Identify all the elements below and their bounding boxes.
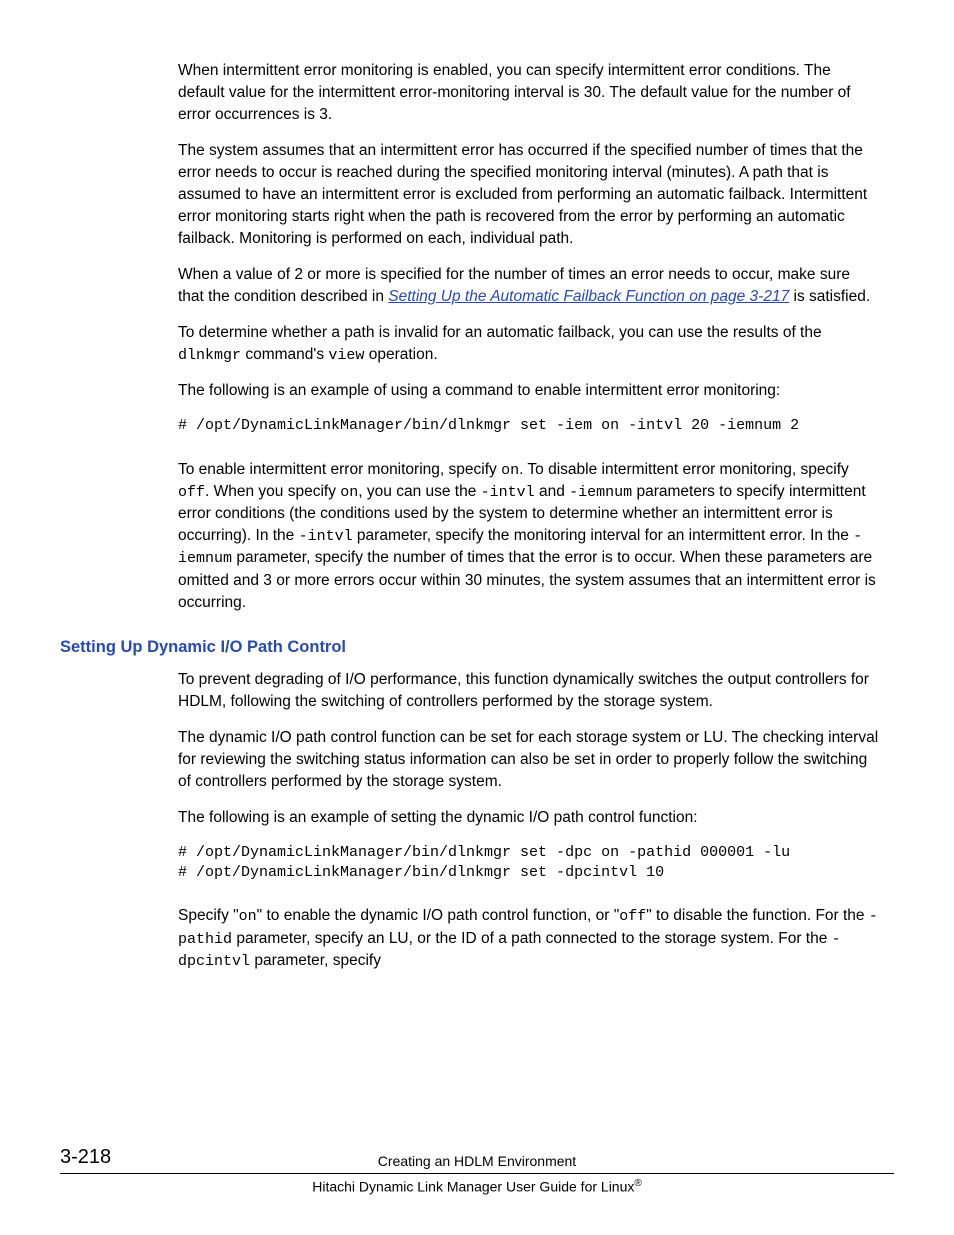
inline-code: -iemnum — [569, 484, 632, 501]
text: parameter, specify — [250, 952, 381, 969]
text: Specify " — [178, 907, 239, 924]
inline-code: -intvl — [481, 484, 535, 501]
text: and — [535, 483, 569, 500]
document-title: Hitachi Dynamic Link Manager User Guide … — [60, 1178, 894, 1195]
inline-code: off — [178, 484, 205, 501]
text: parameter, specify the monitoring interv… — [353, 527, 854, 544]
paragraph: The system assumes that an intermittent … — [178, 140, 880, 250]
text: command's — [241, 346, 328, 363]
text: To enable intermittent error monitoring,… — [178, 461, 501, 478]
text: Hitachi Dynamic Link Manager User Guide … — [312, 1179, 634, 1195]
chapter-title: Creating an HDLM Environment — [378, 1153, 576, 1169]
paragraph: When intermittent error monitoring is en… — [178, 60, 880, 126]
inline-code: on — [501, 462, 519, 479]
inline-code: on — [239, 908, 257, 925]
text: To determine whether a path is invalid f… — [178, 324, 822, 341]
text: . To disable intermittent error monitori… — [519, 461, 849, 478]
paragraph: The following is an example of using a c… — [178, 380, 880, 402]
inline-code: off — [619, 908, 646, 925]
command-block: # /opt/DynamicLinkManager/bin/dlnkmgr se… — [178, 843, 880, 884]
section-heading: Setting Up Dynamic I/O Path Control — [60, 638, 880, 657]
paragraph: To determine whether a path is invalid f… — [178, 322, 880, 366]
text: is satisfied. — [789, 288, 870, 305]
command-block: # /opt/DynamicLinkManager/bin/dlnkmgr se… — [178, 416, 880, 436]
paragraph: The following is an example of setting t… — [178, 807, 880, 829]
paragraph: The dynamic I/O path control function ca… — [178, 727, 880, 793]
text: . When you specify — [205, 483, 340, 500]
page-number: 3-218 — [60, 1146, 111, 1169]
text: , you can use the — [358, 483, 480, 500]
text: parameter, specify an LU, or the ID of a… — [232, 930, 832, 947]
paragraph: Specify "on" to enable the dynamic I/O p… — [178, 905, 880, 972]
cross-reference-link[interactable]: Setting Up the Automatic Failback Functi… — [388, 288, 789, 305]
registered-symbol: ® — [634, 1178, 641, 1189]
paragraph: To enable intermittent error monitoring,… — [178, 459, 880, 614]
text: " to disable the function. For the — [646, 907, 869, 924]
paragraph: When a value of 2 or more is specified f… — [178, 264, 880, 308]
inline-code: dlnkmgr — [178, 347, 241, 364]
paragraph: To prevent degrading of I/O performance,… — [178, 669, 880, 713]
inline-code: view — [328, 347, 364, 364]
inline-code: -intvl — [299, 528, 353, 545]
text: " to enable the dynamic I/O path control… — [257, 907, 620, 924]
inline-code: on — [340, 484, 358, 501]
page-footer: 3-218 Creating an HDLM Environment Hitac… — [60, 1153, 894, 1195]
text: operation. — [364, 346, 437, 363]
text: parameter, specify the number of times t… — [178, 549, 876, 610]
